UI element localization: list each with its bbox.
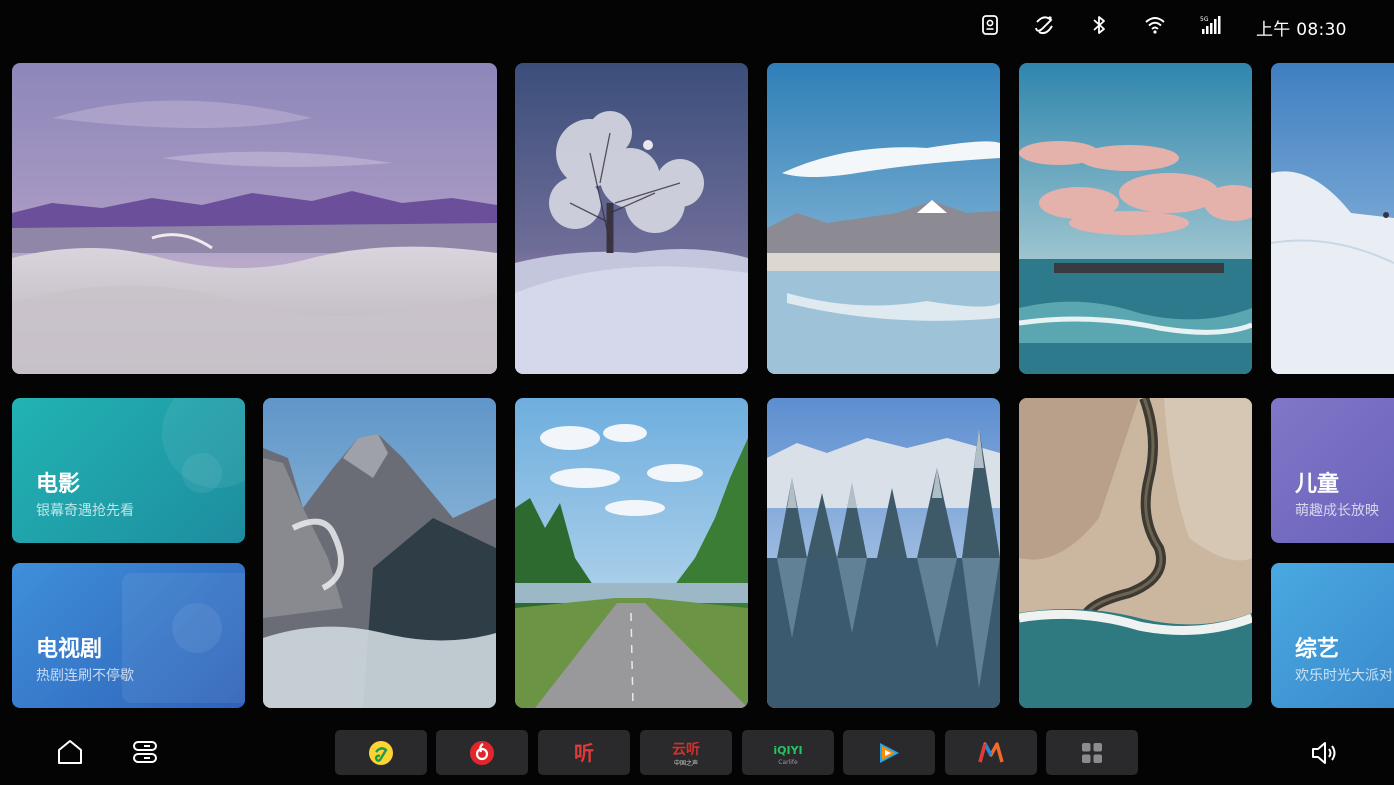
photo-tile-aerial-river[interactable] [1019, 398, 1252, 708]
status-bar: 5G 上午 08:30 [0, 0, 1394, 52]
mango-tv-icon[interactable] [945, 730, 1037, 775]
category-movie[interactable]: 电影 银幕奇遇抢先看 [12, 398, 245, 543]
assistant-icon[interactable] [979, 14, 1001, 36]
bluetooth-icon[interactable] [1088, 14, 1110, 36]
clock-time: 上午 08:30 [1256, 20, 1347, 40]
iqiyi-icon[interactable]: iQIYI Carlife [742, 730, 834, 775]
wifi-icon[interactable] [1144, 14, 1166, 36]
photo-tile-forest-road[interactable] [515, 398, 748, 708]
yunting-radio-label: 云听 [672, 741, 700, 758]
all-apps-icon[interactable] [1046, 730, 1138, 775]
iqiyi-label: iQIYI [773, 744, 802, 757]
netease-music-icon[interactable] [436, 730, 528, 775]
photo-tile-desert-dunes[interactable] [12, 63, 497, 374]
qq-music-icon[interactable] [335, 730, 427, 775]
photo-tile-lake-reflection[interactable] [767, 63, 1000, 374]
ting-audio-label: 听 [574, 741, 594, 765]
tencent-video-icon[interactable] [843, 730, 935, 775]
photo-tile-sea-clouds[interactable] [1019, 63, 1252, 374]
category-kids[interactable]: 儿童 萌趣成长放映 [1271, 398, 1394, 543]
category-tv-subtitle: 热剧连刷不停歇 [36, 668, 134, 684]
svg-text:5G: 5G [1200, 16, 1209, 23]
category-kids-subtitle: 萌趣成长放映 [1295, 503, 1379, 519]
category-movie-title: 电影 [36, 472, 81, 497]
ting-audio-icon[interactable]: 听 [538, 730, 630, 775]
category-variety-subtitle: 欢乐时光大派对 [1295, 668, 1393, 684]
category-kids-title: 儿童 [1295, 472, 1340, 497]
yunting-radio-sublabel: 中国之声 [674, 759, 698, 767]
category-variety-title: 综艺 [1295, 637, 1340, 662]
photo-tile-snowy-forest-lake[interactable] [767, 398, 1000, 708]
photo-tile-mountain-peaks[interactable] [263, 398, 496, 708]
signal-icon: 5G [1199, 14, 1221, 36]
category-tv-title: 电视剧 [36, 637, 103, 662]
category-variety[interactable]: 综艺 欢乐时光大派对 [1271, 563, 1394, 708]
photo-tile-snowy-tree-moon[interactable] [515, 63, 748, 374]
volume-icon[interactable] [1308, 737, 1340, 769]
storage-icon[interactable] [128, 735, 162, 769]
category-tv[interactable]: 电视剧 热剧连刷不停歇 [12, 563, 245, 708]
home-icon[interactable] [53, 735, 87, 769]
cast-icon[interactable] [1033, 14, 1055, 36]
category-movie-subtitle: 银幕奇遇抢先看 [36, 503, 134, 519]
photo-tile-snow-slope[interactable] [1271, 63, 1394, 374]
yunting-radio-icon[interactable]: 云听 中国之声 [640, 730, 732, 775]
iqiyi-sublabel: Carlife [778, 759, 798, 766]
